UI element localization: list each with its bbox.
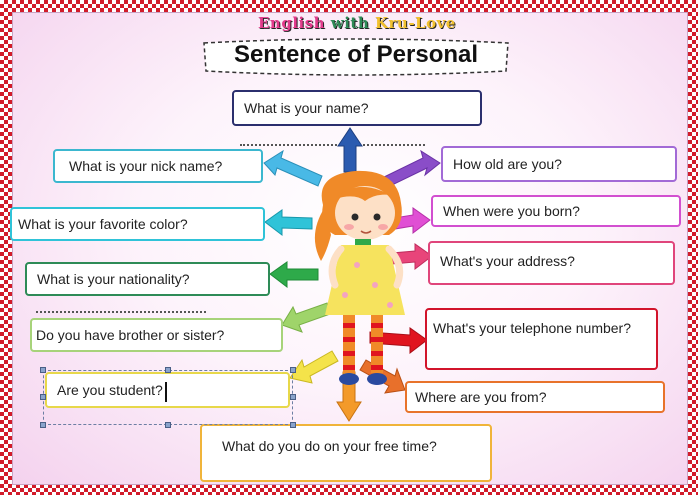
- question-box-address[interactable]: What's your address?: [428, 241, 675, 285]
- question-box-name[interactable]: What is your name?: [232, 90, 482, 126]
- question-box-siblings[interactable]: Do you have brother or sister?: [30, 318, 283, 352]
- question-text: When were you born?: [443, 203, 580, 219]
- girl-illustration: [314, 170, 405, 385]
- resize-handle-tr[interactable]: [290, 367, 296, 373]
- slide-canvas: English with Kru-Love Sentence of Person…: [0, 0, 698, 495]
- text-cursor: [165, 382, 167, 402]
- question-box-nationality[interactable]: What is your nationality?: [25, 262, 270, 296]
- resize-handle-tm[interactable]: [165, 367, 171, 373]
- question-text: Where are you from?: [415, 389, 547, 405]
- question-box-age[interactable]: How old are you?: [441, 146, 677, 182]
- resize-handle-tl[interactable]: [40, 367, 46, 373]
- resize-handle-mr[interactable]: [290, 394, 296, 400]
- resize-handle-br[interactable]: [290, 422, 296, 428]
- question-text: What do you do on your free time?: [222, 438, 437, 454]
- question-text: What is your nick name?: [69, 158, 223, 174]
- question-box-nickname[interactable]: What is your nick name?: [53, 149, 263, 183]
- resize-handle-bl[interactable]: [40, 422, 46, 428]
- question-text: What's your address?: [440, 253, 575, 269]
- question-text: What is your name?: [244, 100, 369, 116]
- resize-handle-ml[interactable]: [40, 394, 46, 400]
- question-box-from[interactable]: Where are you from?: [405, 381, 665, 413]
- question-box-telephone[interactable]: What's your telephone number?: [425, 308, 658, 370]
- question-text: How old are you?: [453, 156, 562, 172]
- question-text: What is your favorite color?: [18, 216, 188, 232]
- question-box-favorite-color[interactable]: What is your favorite color?: [10, 207, 265, 241]
- question-text: What is your nationality?: [37, 271, 190, 287]
- question-text: Do you have brother or sister?: [36, 327, 225, 343]
- selection-frame[interactable]: [43, 370, 293, 425]
- question-text: What's your telephone number?: [433, 320, 632, 336]
- question-box-free-time[interactable]: What do you do on your free time?: [200, 424, 492, 482]
- resize-handle-bm[interactable]: [165, 422, 171, 428]
- question-box-born[interactable]: When were you born?: [431, 195, 681, 227]
